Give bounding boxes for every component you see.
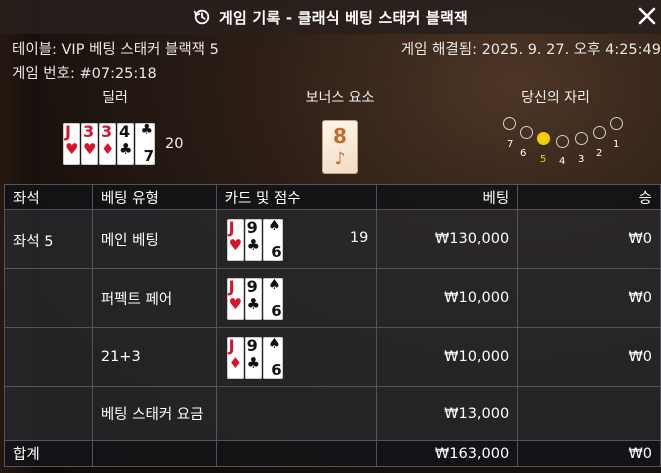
seat-6-circle bbox=[520, 126, 533, 139]
seat-3-label: 3 bbox=[578, 154, 585, 165]
dealer-card: 3 ♦ bbox=[99, 123, 116, 165]
player-hand: J ♥ 9 ♣ ♠ 6 bbox=[226, 219, 284, 261]
seat-7-circle bbox=[503, 117, 516, 130]
summary-section-header: 딜러 보너스 요소 당신의 자리 bbox=[0, 87, 661, 105]
cards-cell: J ♦ 9 ♣ ♠ 6 bbox=[215, 327, 378, 387]
dealer-card: ♣ 7 bbox=[135, 123, 155, 165]
game-number: 게임 번호: #07:25:18 bbox=[12, 66, 157, 82]
bet-type-cell: 21+3 bbox=[91, 327, 217, 387]
seat-1-circle bbox=[610, 117, 623, 130]
cards-cell: J ♥ 9 ♣ ♠ 6 bbox=[215, 268, 378, 328]
history-clock-icon bbox=[194, 9, 210, 25]
dealer-card: 3 ♥ bbox=[81, 123, 98, 165]
seat-cell bbox=[4, 386, 93, 441]
player-hand: J ♥ 9 ♣ ♠ 6 bbox=[226, 278, 284, 320]
player-hand: J ♦ 9 ♣ ♠ 6 bbox=[226, 337, 284, 379]
player-card: J ♦ bbox=[226, 337, 244, 379]
seat-1-label: 1 bbox=[613, 139, 620, 150]
table-row: 21+3 J ♦ 9 ♣ ♠ 6 ₩10,000 ₩0 bbox=[4, 327, 661, 387]
total-bet: ₩163,000 bbox=[376, 440, 519, 467]
seat-7-label: 7 bbox=[507, 139, 514, 150]
win-amount: ₩0 bbox=[517, 327, 661, 387]
bonus-label: 보너스 요소 bbox=[305, 90, 375, 105]
dealer-hand: J ♥ 3 ♥ 3 ♦ 4 ♣ ♣ 7 20 bbox=[63, 123, 183, 165]
cards-cell: J ♥ 9 ♣ ♠ 6 19 bbox=[215, 209, 378, 269]
header-bet: 베팅 bbox=[376, 184, 519, 210]
player-card: ♠ 6 bbox=[262, 337, 283, 379]
header-cards-score: 카드 및 점수 bbox=[215, 184, 378, 210]
seat-4-label: 4 bbox=[559, 156, 566, 167]
dealer-label: 딜러 bbox=[102, 90, 128, 105]
table-row: 베팅 스태커 요금 ₩13,000 bbox=[4, 386, 661, 441]
header-bet-type: 베팅 유형 bbox=[91, 184, 217, 210]
table-header-row: 좌석 베팅 유형 카드 및 점수 베팅 승 bbox=[4, 184, 661, 210]
player-card: J ♥ bbox=[226, 219, 244, 261]
dealer-card: J ♥ bbox=[63, 123, 80, 165]
bonus-symbol: ♪ bbox=[334, 149, 346, 169]
player-card: J ♥ bbox=[226, 278, 244, 320]
win-amount: ₩0 bbox=[517, 209, 661, 269]
bet-amount: ₩10,000 bbox=[376, 327, 519, 387]
dealer-card: 4 ♣ bbox=[117, 123, 134, 165]
bet-type-cell: 메인 베팅 bbox=[91, 209, 217, 269]
win-amount: ₩0 bbox=[517, 268, 661, 328]
seat-cell: 좌석 5 bbox=[4, 209, 93, 269]
total-empty bbox=[91, 440, 217, 467]
cards-cell bbox=[215, 386, 378, 441]
header-win: 승 bbox=[517, 184, 661, 210]
player-card: 9 ♣ bbox=[244, 337, 262, 379]
table-row: 좌석 5 메인 베팅 J ♥ 9 ♣ ♠ 6 19 ₩130,000 ₩0 bbox=[4, 209, 661, 269]
header-seat: 좌석 bbox=[4, 184, 93, 210]
player-card: ♠ 6 bbox=[262, 219, 283, 261]
bet-amount: ₩130,000 bbox=[376, 209, 519, 269]
seat-cell bbox=[4, 268, 93, 328]
seat-5-circle bbox=[537, 132, 550, 145]
bonus-value: 8 bbox=[333, 124, 347, 148]
seat-map: 7 6 5 4 3 2 1 bbox=[498, 112, 628, 172]
seat-2-circle bbox=[593, 126, 606, 139]
table-name: 테이블: VIP 베팅 스태커 블랙잭 5 bbox=[12, 42, 219, 58]
page-title: 게임 기록 - 클래식 베팅 스태커 블랙잭 bbox=[219, 8, 468, 27]
seat-4-circle bbox=[556, 135, 569, 148]
bet-type-cell: 퍼펙트 페어 bbox=[91, 268, 217, 328]
game-resolved-time: 게임 해결됨: 2025. 9. 27. 오후 4:25:49 bbox=[400, 42, 661, 58]
seat-cell bbox=[4, 327, 93, 387]
seat-6-label: 6 bbox=[520, 148, 527, 159]
bet-history-table: 좌석 베팅 유형 카드 및 점수 베팅 승 좌석 5 메인 베팅 J ♥ 9 ♣ ♠… bbox=[4, 184, 661, 467]
total-label: 합계 bbox=[4, 440, 93, 467]
bet-amount: ₩10,000 bbox=[376, 268, 519, 328]
player-card: ♠ 6 bbox=[262, 278, 283, 320]
close-icon[interactable] bbox=[635, 4, 659, 28]
win-amount bbox=[517, 386, 661, 441]
bet-type-cell: 베팅 스태커 요금 bbox=[91, 386, 217, 441]
total-win: ₩0 bbox=[517, 440, 661, 467]
seat-5-label: 5 bbox=[540, 154, 547, 165]
player-card: 9 ♣ bbox=[244, 278, 262, 320]
seat-3-circle bbox=[575, 132, 588, 145]
title-bar: 게임 기록 - 클래식 베팅 스태커 블랙잭 bbox=[0, 0, 661, 34]
dealer-score: 20 bbox=[165, 136, 184, 152]
hand-score: 19 bbox=[349, 230, 369, 246]
your-seat-label: 당신의 자리 bbox=[521, 90, 590, 105]
total-row: 합계 ₩163,000 ₩0 bbox=[4, 440, 661, 467]
player-card: 9 ♣ bbox=[244, 219, 262, 261]
bet-amount: ₩13,000 bbox=[376, 386, 519, 441]
table-row: 퍼펙트 페어 J ♥ 9 ♣ ♠ 6 ₩10,000 ₩0 bbox=[4, 268, 661, 328]
seat-2-label: 2 bbox=[596, 148, 603, 159]
bonus-factor-card: 8 ♪ bbox=[322, 120, 358, 174]
total-empty bbox=[215, 440, 378, 467]
